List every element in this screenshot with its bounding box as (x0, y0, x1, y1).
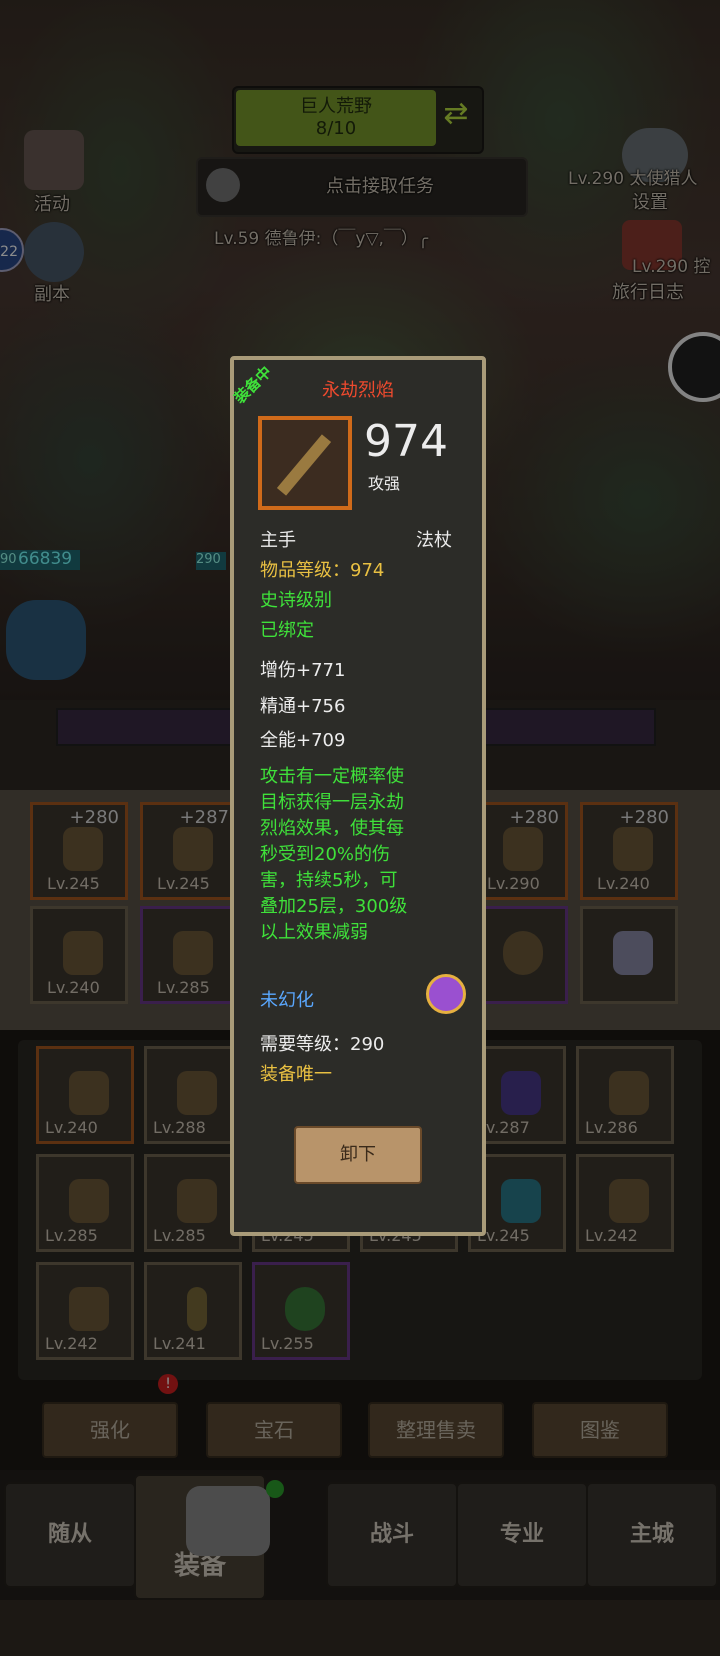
effect-line: 烈焰效果，使其每 (260, 818, 404, 839)
effect-line: 叠加25层，300级 (260, 896, 408, 917)
effect-line: 以上效果减弱 (260, 922, 368, 943)
stat-line: 精通+756 (260, 696, 346, 717)
transmog-status: 未幻化 (260, 990, 314, 1011)
item-icon-frame (258, 416, 352, 510)
stat-line: 全能+709 (260, 730, 346, 751)
item-bound: 已绑定 (260, 620, 314, 641)
unequip-button[interactable]: 卸下 (294, 1126, 422, 1184)
effect-line: 害，持续5秒，可 (260, 870, 398, 891)
item-level: 物品等级：974 (260, 560, 385, 581)
effect-line: 目标获得一层永劫 (260, 792, 404, 813)
transmog-icon[interactable] (426, 974, 466, 1014)
item-type: 法杖 (416, 530, 452, 551)
staff-icon (276, 434, 332, 496)
unique-tag: 装备唯一 (260, 1064, 332, 1085)
effect-line: 秒受到20%的伤 (260, 844, 391, 865)
item-slot: 主手 (260, 530, 296, 551)
score-label: 攻强 (368, 474, 401, 493)
item-detail-popup: 装备中 永劫烈焰 974 攻强 主手 法杖 物品等级：974 史诗级别 已绑定 … (230, 356, 486, 1236)
required-level: 需要等级：290 (260, 1034, 385, 1055)
item-score: 974 (364, 416, 448, 467)
item-name: 永劫烈焰 (322, 380, 394, 401)
effect-line: 攻击有一定概率使 (260, 766, 404, 787)
item-rarity: 史诗级别 (260, 590, 332, 611)
stat-line: 增伤+771 (260, 660, 346, 681)
